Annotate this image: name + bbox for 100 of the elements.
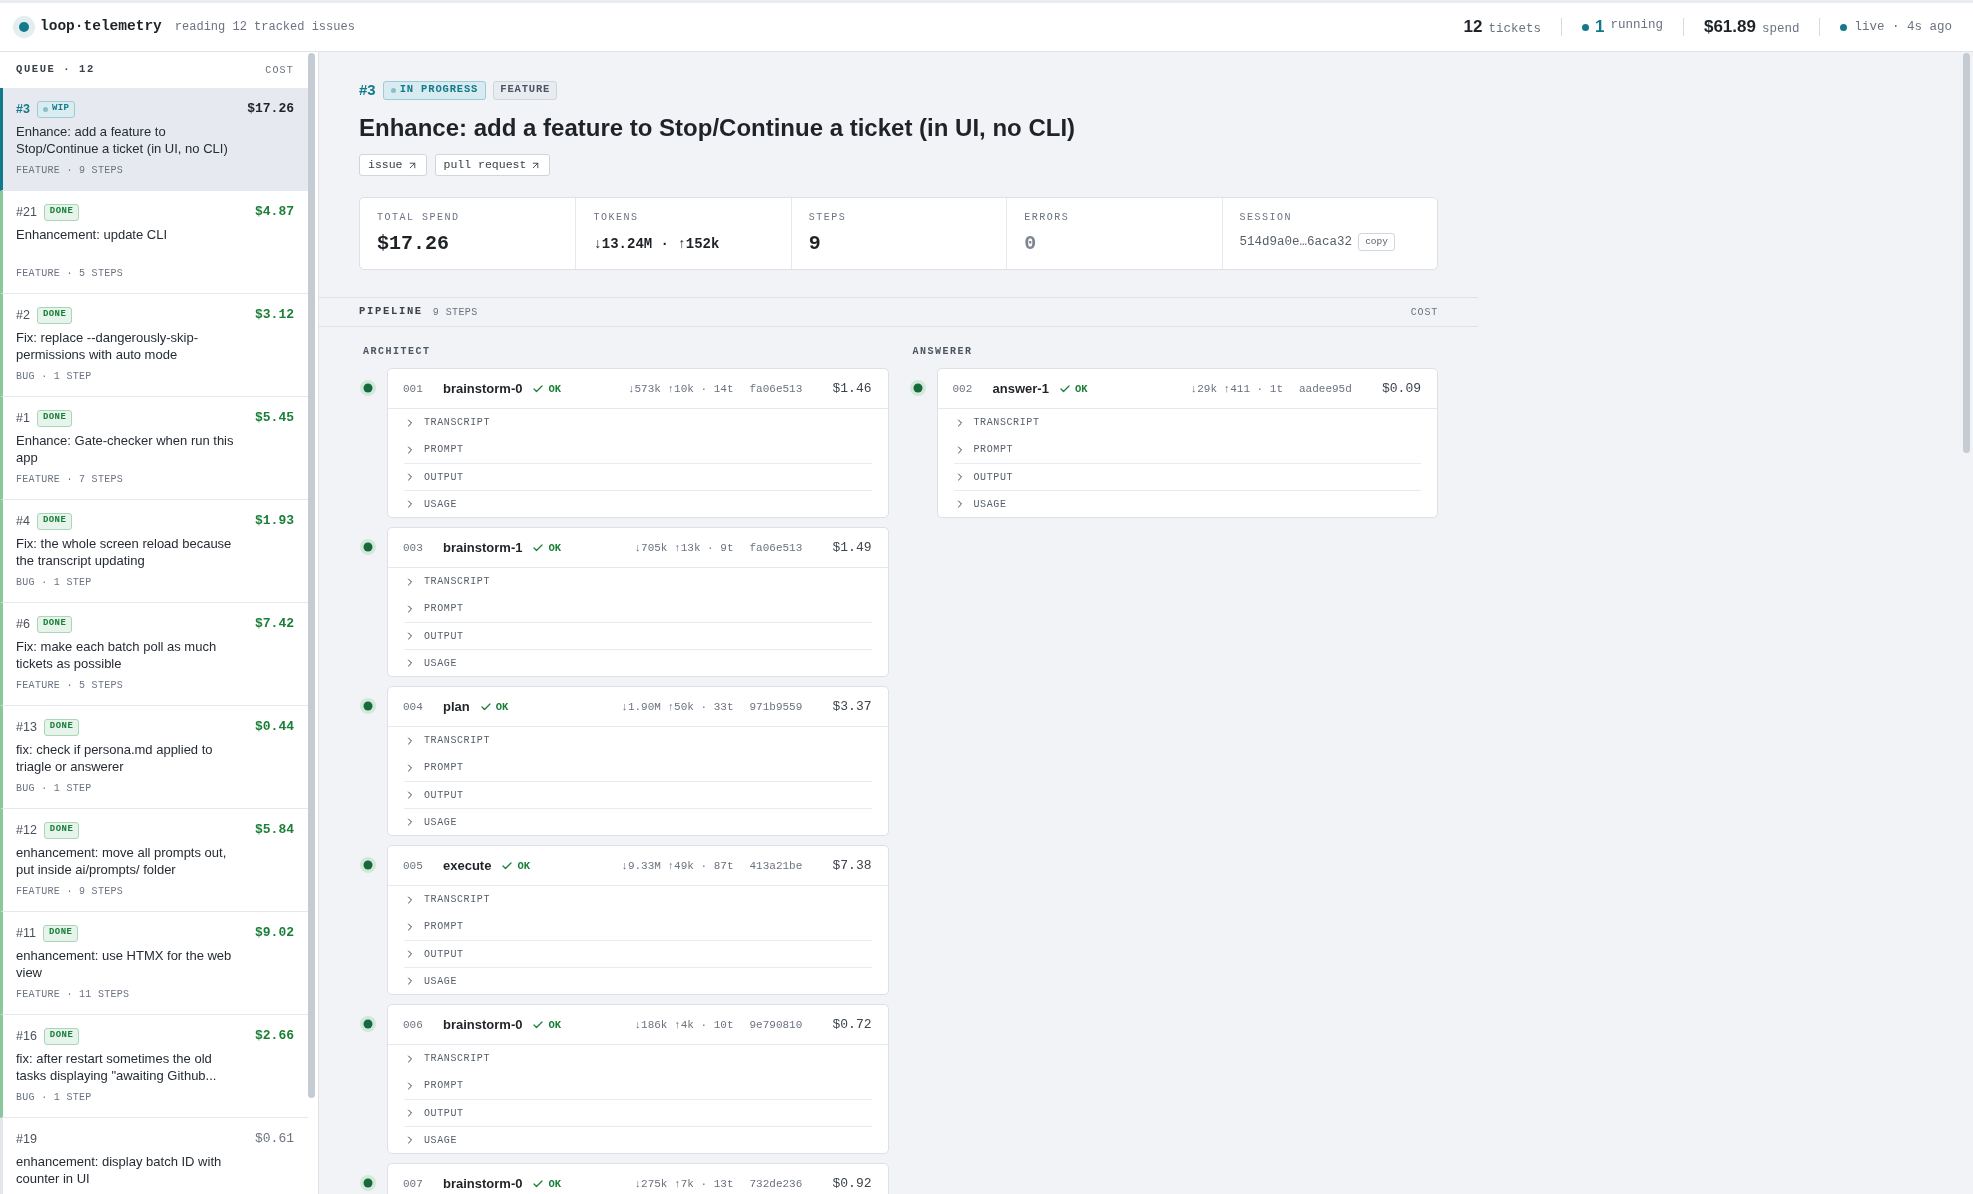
stat-value: $17.26 — [377, 232, 449, 255]
section-toggle[interactable]: PROMPT — [404, 913, 872, 940]
ticket-number: #3 — [359, 79, 376, 100]
queue-item[interactable]: #6 DONE $7.42 Fix: make each batch poll as much tickets as possible FEATURE · 5 STEPS — [0, 603, 308, 706]
ticket-number: #13 — [16, 718, 37, 736]
queue-item[interactable]: #1 DONE $5.45 Enhance: Gate-checker when run this app FEATURE · 7 STEPS — [0, 397, 308, 500]
scrollbar-thumb[interactable] — [308, 53, 315, 1098]
status-dot-icon — [1581, 23, 1589, 31]
ticket-meta: BUG · 1 STEP — [16, 783, 93, 795]
ticket-number: #11 — [16, 924, 36, 942]
section-toggle[interactable]: USAGE — [404, 808, 872, 835]
section-toggle[interactable]: USAGE — [953, 490, 1421, 517]
step-number: 004 — [403, 699, 424, 714]
ticket-cost: $5.45 — [255, 409, 294, 428]
scrollbar-thumb[interactable] — [1963, 53, 1970, 453]
step-name: answer-1 — [992, 381, 1049, 396]
ticket-number: #3 — [16, 100, 30, 118]
section-toggle[interactable]: OUTPUT — [404, 1099, 872, 1126]
queue-item[interactable]: #12 DONE $5.84 enhancement: move all prompts out, put inside ai/prompts/ folder FEATURE · 9 STEPS — [0, 809, 308, 912]
stat-label: SESSION — [1239, 212, 1294, 224]
step-name: plan — [443, 699, 470, 714]
section-toggle[interactable]: TRANSCRIPT — [404, 409, 872, 436]
status-badge: DONE — [43, 718, 80, 736]
queue-item[interactable]: #3 WIP $17.26 Enhance: add a feature to Stop/Continue a ticket (in UI, no CLI) FEATURE · 9 STEPS — [0, 88, 308, 191]
status-label: OK — [548, 1176, 562, 1191]
status-label: OK — [1074, 381, 1088, 396]
section-toggle[interactable]: USAGE — [404, 490, 872, 517]
ticket-cost: $9.02 — [255, 924, 294, 943]
step-number: 003 — [403, 540, 424, 555]
section-heading: PIPELINE — [359, 304, 423, 320]
header-subtitle: reading 12 tracked issues — [174, 19, 355, 36]
ticket-number: #19 — [16, 1130, 37, 1148]
section-toggle[interactable]: TRANSCRIPT — [404, 886, 872, 913]
ticket-number: #16 — [16, 1027, 37, 1045]
section-toggle[interactable]: OUTPUT — [953, 463, 1421, 490]
ticket-meta: FEATURE · 5 STEPS — [16, 268, 125, 280]
status-badge: DONE — [43, 203, 80, 221]
dot-icon — [42, 106, 48, 112]
section-toggle[interactable]: PROMPT — [404, 436, 872, 463]
section-toggle[interactable]: TRANSCRIPT — [404, 727, 872, 754]
copy-button[interactable]: copy — [1358, 233, 1395, 251]
step-number: 006 — [403, 1017, 424, 1032]
section-toggle[interactable]: OUTPUT — [404, 781, 872, 808]
session-id: 514d9a0e…6aca32 — [1239, 233, 1353, 251]
section-toggle[interactable]: PROMPT — [404, 754, 872, 781]
queue-item[interactable]: #21 DONE $4.87 Enhancement: update CLI FEATURE · 5 STEPS — [0, 191, 308, 294]
stat-label: live · 4s ago — [1854, 18, 1952, 36]
external-link[interactable]: pull request — [434, 154, 551, 176]
ticket-cost: $17.26 — [247, 100, 294, 119]
stat-value: 0 — [1024, 232, 1037, 255]
external-link[interactable]: issue — [359, 154, 427, 176]
section-toggle[interactable]: USAGE — [404, 967, 872, 994]
section-toggle[interactable]: TRANSCRIPT — [953, 409, 1421, 436]
section-toggle[interactable]: OUTPUT — [404, 622, 872, 649]
lane-heading: ARCHITECT — [362, 345, 432, 359]
stat-value: $61.89 — [1703, 16, 1756, 39]
section-toggle[interactable]: PROMPT — [404, 1072, 872, 1099]
step-name: brainstorm-0 — [443, 1176, 523, 1191]
token-usage: ↓705k ↑13k · 9t — [634, 540, 734, 555]
queue-item[interactable]: #4 DONE $1.93 Fix: the whole screen reload because the transcript updating BUG · 1 STEP — [0, 500, 308, 603]
section-toggle[interactable]: OUTPUT — [404, 940, 872, 967]
ticket-number: #12 — [16, 821, 37, 839]
stat-value: 1 — [1594, 16, 1605, 39]
ticket-title: enhancement: move all prompts out, put inside ai/prompts/ folder — [16, 844, 228, 878]
section-toggle[interactable]: USAGE — [404, 1126, 872, 1153]
dot-icon — [390, 87, 396, 93]
stat-value: ↓13.24M · ↑152k — [593, 236, 720, 252]
section-toggle[interactable]: TRANSCRIPT — [404, 1045, 872, 1072]
ticket-title: Fix: make each batch poll as much tickets as possible — [16, 638, 218, 672]
commit-hash: fa06e513 — [749, 540, 804, 555]
step-cost: $1.46 — [831, 381, 872, 396]
queue-item[interactable]: #13 DONE $0.44 fix: check if persona.md applied to triagle or answerer BUG · 1 STEP — [0, 706, 308, 809]
step-cost: $0.72 — [831, 1017, 872, 1032]
section-toggle[interactable]: TRANSCRIPT — [404, 568, 872, 595]
status-label: OK — [548, 381, 562, 396]
status-badge: DONE — [42, 924, 79, 942]
queue-item[interactable]: #2 DONE $3.12 Fix: replace --dangerously-skip-permissions with auto mode BUG · 1 STEP — [0, 294, 308, 397]
stat-label: TOKENS — [593, 212, 640, 224]
ticket-cost: $4.87 — [255, 203, 294, 222]
step-name: brainstorm-0 — [443, 1017, 523, 1032]
column-heading: COST — [265, 63, 294, 78]
status-label: OK — [517, 858, 531, 873]
section-toggle[interactable]: OUTPUT — [404, 463, 872, 490]
step-number: 002 — [952, 381, 974, 396]
ticket-title: Enhance: Gate-checker when run this app — [16, 432, 235, 466]
ticket-meta: FEATURE · 5 STEPS — [16, 680, 125, 692]
section-toggle[interactable]: USAGE — [404, 649, 872, 676]
token-usage: ↓573k ↑10k · 14t — [627, 381, 734, 396]
queue-heading: QUEUE · 12 — [16, 62, 95, 78]
section-toggle[interactable]: PROMPT — [953, 436, 1421, 463]
queue-item[interactable]: #11 DONE $9.02 enhancement: use HTMX for the web view FEATURE · 11 STEPS — [0, 912, 308, 1015]
ticket-meta: FEATURE · 7 STEPS — [16, 474, 125, 486]
section-toggle[interactable]: PROMPT — [404, 595, 872, 622]
token-usage: ↓29k ↑411 · 1t — [1190, 381, 1283, 396]
stat-label: STEPS — [808, 212, 848, 224]
queue-item[interactable]: #16 DONE $2.66 fix: after restart sometimes the old tasks displaying "awaiting Github... BUG · 1 STEP — [0, 1015, 308, 1118]
logo-icon — [13, 16, 35, 38]
stat-value: 12 — [1463, 16, 1483, 39]
type-badge: FEATURE — [493, 80, 558, 100]
stat-label: tickets — [1488, 21, 1541, 39]
